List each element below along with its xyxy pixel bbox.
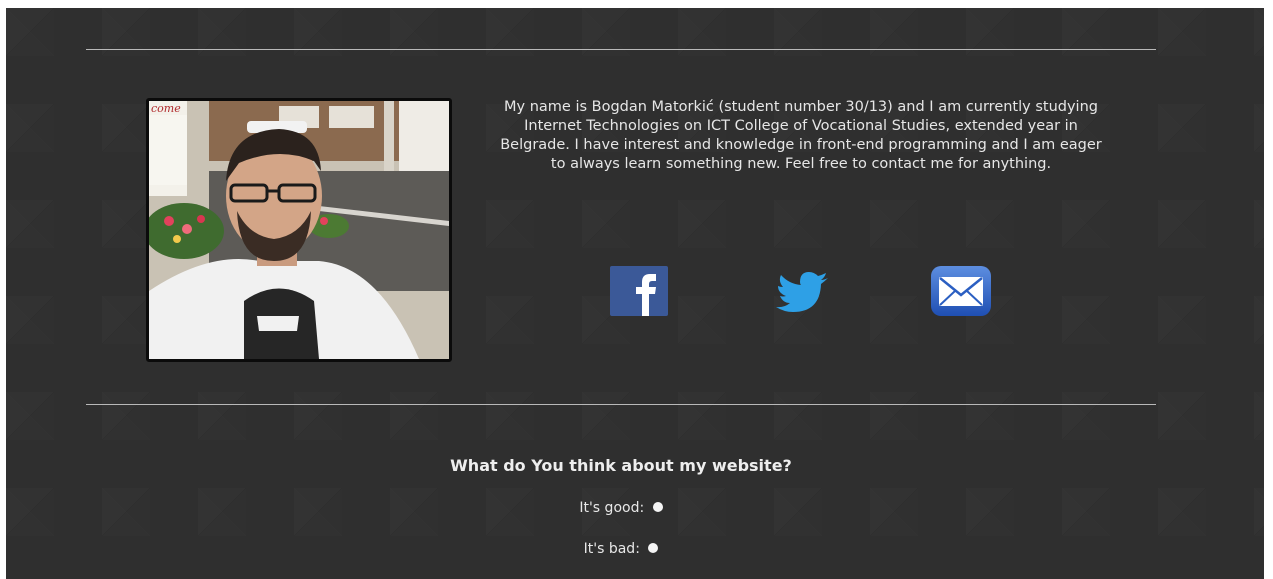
bio-text: My name is Bogdan Matorkić (student numb… <box>500 99 1102 172</box>
email-link[interactable] <box>931 266 991 316</box>
poll-option-good: It's good: <box>6 500 1236 516</box>
page: come My name is Bogdan Matorkić (student… <box>6 8 1264 579</box>
twitter-link[interactable] <box>774 266 834 316</box>
middle-divider <box>86 404 1156 405</box>
twitter-bird-icon <box>776 272 828 312</box>
poll-option-bad-label: It's bad: <box>583 541 640 557</box>
top-divider <box>86 49 1156 50</box>
poll-question: What do You think about my website? <box>450 456 792 475</box>
poll-option-bad: It's bad: <box>6 541 1236 557</box>
facebook-link[interactable] <box>610 266 670 316</box>
profile-photo: come <box>146 98 452 362</box>
svg-text:come: come <box>151 102 181 115</box>
facebook-icon <box>610 266 668 316</box>
envelope-icon <box>931 266 991 316</box>
radio-bad[interactable] <box>648 543 659 553</box>
radio-good[interactable] <box>652 502 663 512</box>
poll-option-good-label: It's good: <box>579 500 645 516</box>
